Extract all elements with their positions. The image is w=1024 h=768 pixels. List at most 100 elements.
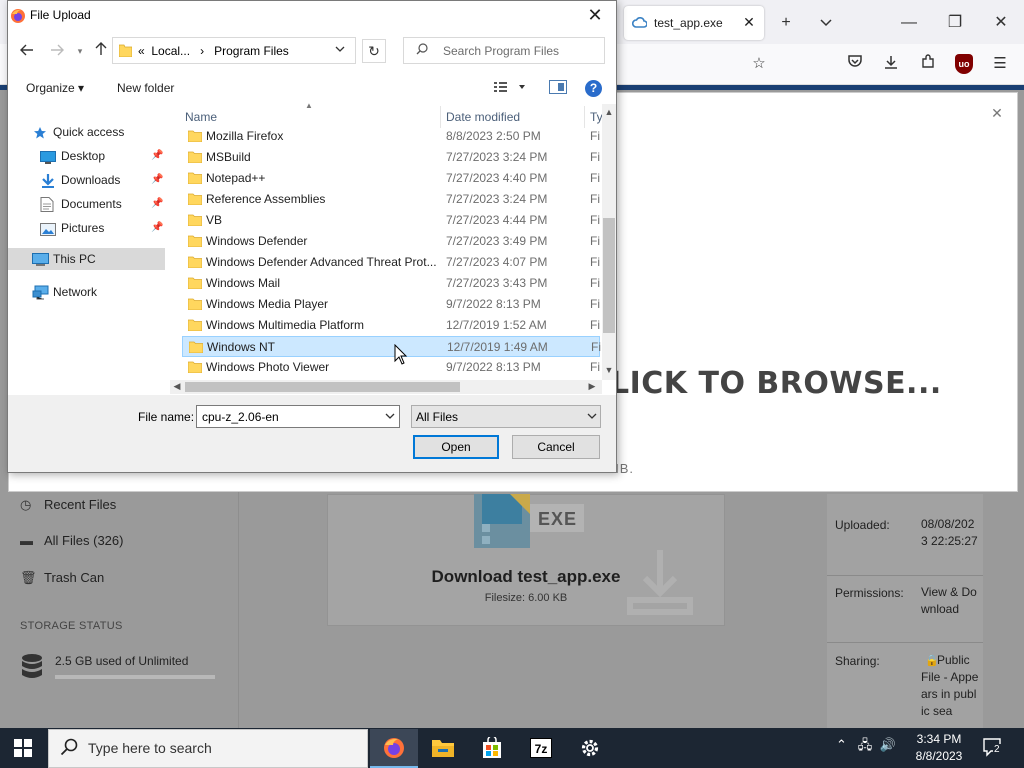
file-date: 8/8/2023 2:50 PM (446, 129, 541, 143)
document-icon (40, 197, 56, 212)
dialog-close-button[interactable]: ✕ (584, 5, 606, 27)
window-restore-button[interactable]: ❐ (944, 12, 966, 34)
taskbar-app-7zip[interactable]: 7z (517, 729, 565, 768)
network-icon[interactable]: 🖧 (858, 737, 873, 752)
nav-item-this-pc[interactable]: This PC (8, 248, 165, 270)
hamburger-menu-icon[interactable]: ☰ (990, 54, 1010, 74)
file-row[interactable]: Reference Assemblies 7/27/2023 3:24 PM Fi (182, 189, 600, 210)
computer-icon (32, 252, 49, 266)
new-folder-button[interactable]: New folder (117, 81, 174, 95)
breadcrumb-local[interactable]: Local... (151, 44, 190, 58)
browse-prompt[interactable]: LICK TO BROWSE... (610, 366, 942, 401)
new-tab-button[interactable]: + (775, 12, 797, 34)
clock-time[interactable]: 3:34 PM (906, 732, 972, 746)
file-row[interactable]: Windows Media Player 9/7/2022 8:13 PM Fi (182, 294, 600, 315)
vertical-scroll-thumb[interactable] (603, 218, 615, 333)
pin-icon[interactable]: 📌 (151, 193, 163, 215)
pin-icon[interactable]: 📌 (151, 217, 163, 239)
clock-date[interactable]: 8/8/2023 (906, 749, 972, 763)
scroll-down-arrow-icon[interactable]: ▼ (602, 365, 616, 375)
sidebar-item-trash[interactable]: 🗑 Trash Can (20, 570, 104, 586)
modal-close-icon[interactable]: ✕ (986, 102, 1008, 124)
file-name: Windows Mail (206, 276, 281, 290)
file-row[interactable]: Windows Defender Advanced Threat Prot...… (182, 252, 600, 273)
file-row[interactable]: Windows Photo Viewer 9/7/2022 8:13 PM Fi (182, 357, 600, 378)
column-header-date[interactable]: Date modified (446, 110, 520, 124)
file-type: Fi (590, 276, 600, 290)
chevron-down-icon[interactable] (585, 410, 599, 424)
file-row[interactable]: MSBuild 7/27/2023 3:24 PM Fi (182, 147, 600, 168)
nav-item-downloads[interactable]: Downloads 📌 (8, 169, 165, 191)
trash-icon: 🗑 (20, 570, 37, 585)
recent-locations-chevron-icon[interactable]: ▾ (70, 41, 90, 61)
taskbar-app-firefox[interactable] (370, 729, 418, 768)
folder-icon (187, 298, 203, 311)
chevron-down-icon[interactable] (383, 410, 397, 424)
column-separator[interactable] (584, 106, 585, 128)
view-options-icon[interactable] (493, 80, 531, 96)
file-row[interactable]: VB 7/27/2023 4:44 PM Fi (182, 210, 600, 231)
open-button[interactable]: Open (413, 435, 499, 459)
chevron-up-icon[interactable]: ⌃ (836, 737, 847, 752)
search-placeholder: Search Program Files (443, 44, 560, 58)
taskbar-app-file-explorer[interactable] (419, 729, 467, 768)
horizontal-scroll-thumb[interactable] (185, 382, 460, 392)
tab-close-icon[interactable]: ✕ (741, 14, 757, 30)
browser-tab[interactable]: test_app.exe ✕ (624, 6, 764, 40)
breadcrumb-program-files[interactable]: Program Files (214, 44, 289, 58)
volume-icon[interactable]: 🔊 (879, 737, 895, 752)
sidebar-item-recent[interactable]: ◷ Recent Files (20, 497, 116, 513)
pin-icon[interactable]: 📌 (151, 145, 163, 167)
folder-icon (187, 214, 203, 227)
organize-button[interactable]: Organize ▾ (26, 81, 84, 95)
nav-item-quick-access[interactable]: Quick access (8, 121, 165, 143)
download-title[interactable]: Download test_app.exe (327, 567, 725, 587)
chevron-down-icon[interactable] (332, 42, 348, 58)
file-row[interactable]: Mozilla Firefox 8/8/2023 2:50 PM Fi (182, 126, 600, 147)
scroll-right-arrow-icon[interactable]: ▶ (585, 381, 599, 392)
pin-icon[interactable]: 📌 (151, 169, 163, 191)
ublock-origin-icon[interactable]: uo (955, 54, 973, 74)
scroll-left-arrow-icon[interactable]: ◀ (170, 381, 184, 392)
file-type-value: All Files (416, 410, 459, 424)
column-separator[interactable] (440, 106, 441, 128)
cancel-button[interactable]: Cancel (512, 435, 600, 459)
file-row[interactable]: Windows NT 12/7/2019 1:49 AM Fi (182, 336, 601, 357)
file-name: Windows Defender Advanced Threat Prot... (206, 255, 436, 269)
column-header-type[interactable]: Ty (590, 110, 603, 124)
bookmark-star-icon[interactable]: ☆ (749, 54, 769, 74)
pocket-icon[interactable] (845, 54, 865, 74)
nav-item-documents[interactable]: Documents 📌 (8, 193, 165, 215)
file-type: Fi (590, 129, 600, 143)
scroll-up-arrow-icon[interactable]: ▲ (602, 107, 616, 117)
column-header-name[interactable]: Name (185, 110, 217, 124)
file-row[interactable]: Windows Defender 7/27/2023 3:49 PM Fi (182, 231, 600, 252)
sharing-value: Public File - Appears in public sea (921, 653, 979, 718)
notification-center-icon[interactable]: 2 (983, 738, 1005, 758)
taskbar-app-settings[interactable] (566, 729, 614, 768)
nav-item-pictures[interactable]: Pictures 📌 (8, 217, 165, 239)
sidebar-item-all-files[interactable]: ▬ All Files (326) (20, 533, 123, 548)
address-path[interactable]: « Local... › Program Files (138, 44, 289, 58)
windows-start-icon[interactable] (14, 739, 32, 757)
file-row[interactable]: Notepad++ 7/27/2023 4:40 PM Fi (182, 168, 600, 189)
preview-pane-icon[interactable] (549, 80, 567, 94)
nav-item-desktop[interactable]: Desktop 📌 (8, 145, 165, 167)
chevron-down-icon (820, 19, 832, 27)
taskbar-app-store[interactable] (468, 729, 516, 768)
file-row[interactable]: Windows Multimedia Platform 12/7/2019 1:5… (182, 315, 600, 336)
forward-arrow-icon[interactable] (47, 41, 67, 61)
star-icon (33, 125, 49, 139)
window-minimize-button[interactable]: — (898, 12, 920, 34)
help-icon[interactable]: ? (585, 80, 602, 97)
nav-item-network[interactable]: Network (8, 281, 165, 303)
window-close-button[interactable]: ✕ (990, 12, 1012, 34)
refresh-button[interactable]: ↻ (362, 39, 386, 63)
up-arrow-icon[interactable] (91, 41, 111, 61)
file-name-field[interactable] (196, 405, 400, 428)
file-row[interactable]: Windows Mail 7/27/2023 3:43 PM Fi (182, 273, 600, 294)
back-arrow-icon[interactable] (17, 41, 37, 61)
list-tabs-button[interactable] (815, 12, 837, 34)
extensions-icon[interactable] (918, 54, 938, 74)
downloads-icon[interactable] (881, 54, 901, 74)
